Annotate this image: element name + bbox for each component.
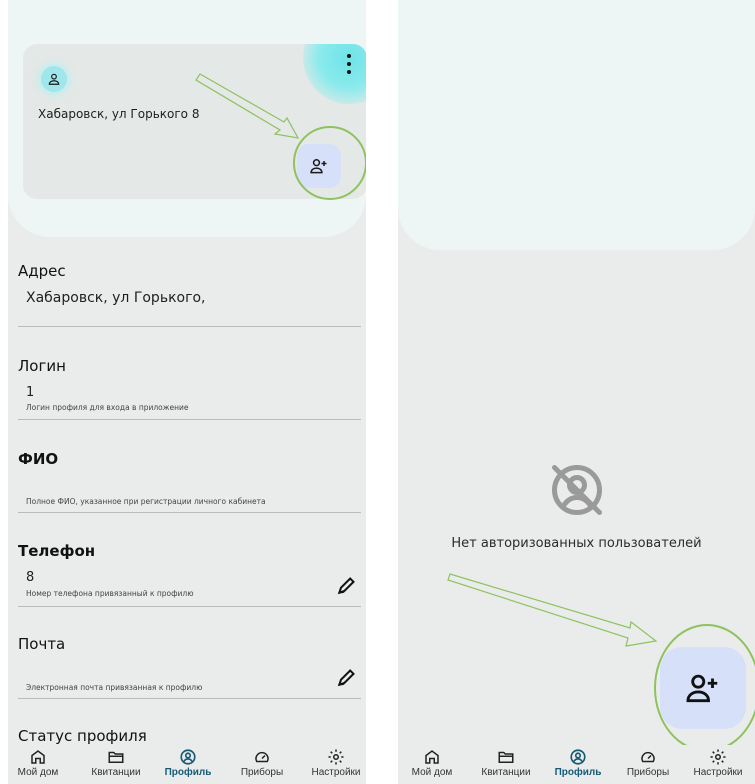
folder-icon	[108, 751, 124, 763]
fio-title: ФИО	[18, 450, 59, 468]
fio-divider	[18, 512, 361, 513]
tab-receipts[interactable]: Квитанции	[470, 745, 542, 784]
gear-icon	[328, 749, 344, 765]
edit-email-icon[interactable]	[336, 668, 356, 688]
login-hint: Логин профиля для входа в приложение	[26, 403, 189, 412]
phone-value[interactable]: 8	[26, 570, 34, 585]
phone-hint: Номер телефона привязанный к профилю	[26, 589, 194, 598]
avatar	[41, 66, 67, 92]
tab-profile[interactable]: Профиль	[152, 745, 224, 784]
tab-meters[interactable]: Приборы	[612, 745, 684, 784]
users-header	[398, 0, 755, 250]
phone-divider	[18, 606, 361, 607]
tab-home[interactable]: Мой дом	[8, 745, 74, 784]
phone-title: Телефон	[18, 542, 96, 560]
email-title: Почта	[18, 635, 66, 653]
tab-label: Профиль	[554, 767, 602, 778]
status-title: Статус профиля	[18, 727, 147, 745]
tab-receipts[interactable]: Квитанции	[80, 745, 152, 784]
tab-label: Мой дом	[411, 767, 453, 778]
no-users-icon	[552, 465, 602, 515]
tab-home[interactable]: Мой дом	[398, 745, 468, 784]
tab-settings[interactable]: Настройки	[682, 745, 754, 784]
email-divider	[18, 698, 361, 699]
tab-label: Настройки	[693, 767, 743, 778]
tab-label: Настройки	[311, 767, 361, 778]
user-icon	[48, 73, 60, 85]
bottom-tab-bar: Мой дом Квитанции Профиль Приборы Настро…	[398, 745, 755, 784]
highlight-ring	[293, 126, 366, 200]
tab-label: Профиль	[164, 767, 212, 778]
tab-label: Приборы	[240, 767, 284, 778]
login-value[interactable]: 1	[26, 385, 34, 400]
bottom-tab-bar: Мой дом Квитанции Профиль Приборы Настро…	[8, 745, 366, 784]
home-icon	[31, 750, 45, 764]
address-value: Хабаровск, ул Горького,	[26, 290, 206, 306]
address-divider	[18, 326, 361, 327]
gear-icon	[710, 749, 726, 765]
users-screen: Нет авторизованных пользователей Мой дом…	[398, 0, 755, 784]
tab-meters[interactable]: Приборы	[226, 745, 298, 784]
login-divider	[18, 419, 361, 420]
login-title: Логин	[18, 357, 66, 375]
empty-state-text: Нет авторизованных пользователей	[451, 536, 702, 551]
tab-label: Квитанции	[91, 767, 141, 778]
home-icon	[425, 750, 439, 764]
more-menu-icon[interactable]	[341, 52, 357, 76]
profile-icon	[180, 749, 196, 765]
email-hint: Электронная почта привязанная к профилю	[26, 683, 203, 692]
folder-icon	[498, 751, 514, 763]
tab-settings[interactable]: Настройки	[300, 745, 366, 784]
profile-icon	[570, 749, 586, 765]
address-title: Адрес	[18, 262, 66, 280]
tab-label: Квитанции	[481, 767, 531, 778]
edit-phone-icon[interactable]	[336, 576, 356, 596]
fio-hint: Полное ФИО, указанное при регистрации ли…	[26, 497, 266, 506]
gauge-icon	[641, 751, 655, 763]
tab-label: Приборы	[626, 767, 670, 778]
profile-screen: Хабаровск, ул Горького 8 Адрес Хабаровск…	[8, 0, 366, 784]
tab-label: Мой дом	[17, 767, 59, 778]
tab-profile[interactable]: Профиль	[542, 745, 614, 784]
gauge-icon	[255, 751, 269, 763]
highlight-ring	[654, 624, 755, 752]
card-address: Хабаровск, ул Горького 8	[38, 107, 200, 121]
